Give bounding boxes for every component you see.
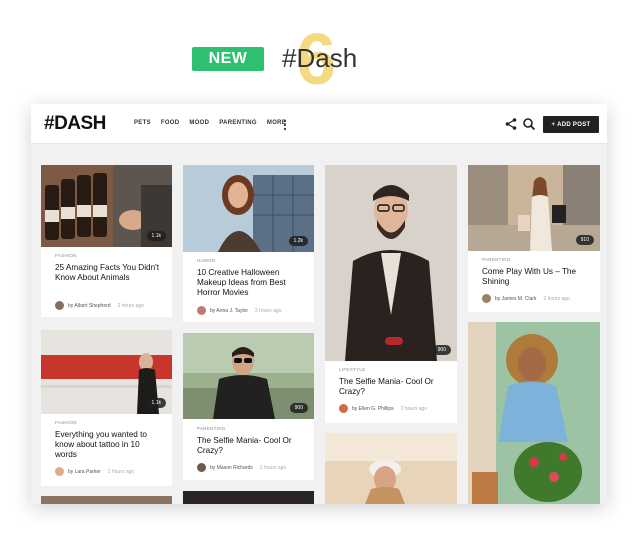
article-thumbnail[interactable]: 1.2k xyxy=(183,165,314,252)
article-thumbnail[interactable] xyxy=(325,433,457,504)
timestamp: 2 hours ago xyxy=(543,295,570,302)
author-name[interactable]: Mason Richards xyxy=(217,465,253,471)
article-card[interactable] xyxy=(325,433,457,504)
article-thumbnail[interactable]: 900 xyxy=(325,165,457,361)
share-count-badge: 1.1k xyxy=(146,398,166,408)
timestamp: 2 hours ago xyxy=(400,405,428,412)
promo-header: 6 NEW #Dash xyxy=(0,24,637,96)
article-card[interactable] xyxy=(468,322,600,504)
timestamp: 2 hours ago xyxy=(107,468,135,475)
share-count-badge: 900 xyxy=(289,403,308,413)
article-thumbnail[interactable]: 900 xyxy=(183,333,314,419)
nav-link-parenting[interactable]: PARENTING xyxy=(219,120,257,126)
share-count-badge: 1.1k xyxy=(146,231,166,241)
article-card[interactable]: 900 LIFESTYLE The Selfie Mania- Cool Or … xyxy=(325,165,457,423)
author-name[interactable]: Anna J. Taylor xyxy=(216,308,248,314)
share-icon[interactable] xyxy=(504,117,518,131)
article-author: by Ellen G. Phillips 2 hours ago xyxy=(339,404,427,413)
avatar xyxy=(482,294,491,303)
avatar xyxy=(197,306,206,315)
article-category[interactable]: LIFESTYLE xyxy=(339,367,365,372)
article-category[interactable]: PARENTING xyxy=(482,257,511,262)
page: 6 NEW #Dash #DASH PETS FOOD MOOD PARENTI… xyxy=(0,0,637,540)
timestamp: 2 hours ago xyxy=(117,302,144,309)
nav-links: PETS FOOD MOOD PARENTING MORE xyxy=(134,120,286,126)
promo-title: #Dash xyxy=(282,43,358,73)
article-card[interactable]: 1.1k FASHION Everything you wanted to kn… xyxy=(41,330,172,486)
nav-link-pets[interactable]: PETS xyxy=(134,120,151,126)
article-card[interactable] xyxy=(183,491,314,504)
article-title[interactable]: The Selfie Mania- Cool Or Crazy? xyxy=(197,436,304,456)
share-count-badge: 1.2k xyxy=(288,236,308,246)
author-name[interactable]: Ellen G. Phillips xyxy=(359,406,394,412)
article-author: by Mason Richards 2 hours ago xyxy=(197,463,286,472)
avatar xyxy=(197,463,206,472)
share-count-badge: 910 xyxy=(575,235,594,245)
site-logo[interactable]: #DASH xyxy=(44,113,106,135)
timestamp: 2 hours ago xyxy=(259,464,287,471)
article-author: by Albert Shepherd 2 hours ago xyxy=(55,301,144,310)
article-category[interactable]: PARENTING xyxy=(197,426,226,431)
avatar xyxy=(55,467,64,476)
article-card[interactable]: 1.1k FASHION 25 Amazing Facts You Didn't… xyxy=(41,165,172,317)
author-name[interactable]: James M. Clark xyxy=(502,296,537,302)
navbar: #DASH PETS FOOD MOOD PARENTING MORE + AD… xyxy=(31,104,607,144)
article-thumbnail[interactable]: 1.1k xyxy=(41,165,172,247)
article-card[interactable]: 910 PARENTING Come Play With Us – The Sh… xyxy=(468,165,600,312)
article-author: by Anna J. Taylor 2 hours ago xyxy=(197,306,281,315)
avatar xyxy=(339,404,348,413)
article-card[interactable]: 900 PARENTING The Selfie Mania- Cool Or … xyxy=(183,333,314,480)
article-author: by Lara Parker 2 hours ago xyxy=(55,467,134,476)
search-icon[interactable] xyxy=(522,117,536,131)
article-author: by James M. Clark 2 hours ago xyxy=(482,294,570,303)
new-badge: NEW xyxy=(192,47,264,71)
article-title[interactable]: 25 Amazing Facts You Didn't Know About A… xyxy=(55,263,162,283)
article-card[interactable]: 1.2k HUMOR 10 Creative Halloween Makeup … xyxy=(183,165,314,322)
author-name[interactable]: Lara Parker xyxy=(75,469,101,475)
nav-link-mood[interactable]: MOOD xyxy=(189,120,209,126)
more-vertical-icon[interactable] xyxy=(283,119,287,131)
article-category[interactable]: FASHION xyxy=(55,253,77,258)
add-post-button[interactable]: + ADD POST xyxy=(543,116,599,133)
article-thumbnail[interactable] xyxy=(468,322,600,504)
author-name[interactable]: Albert Shepherd xyxy=(74,303,110,309)
article-title[interactable]: Everything you wanted to know about tatt… xyxy=(55,430,162,460)
avatar xyxy=(55,301,64,310)
article-title[interactable]: The Selfie Mania- Cool Or Crazy? xyxy=(339,377,447,397)
timestamp: 2 hours ago xyxy=(255,307,282,314)
article-thumbnail[interactable]: 1.1k xyxy=(41,330,172,414)
share-count-badge: 900 xyxy=(432,345,451,355)
article-category[interactable]: HUMOR xyxy=(197,258,216,263)
article-title[interactable]: 10 Creative Halloween Makeup Ideas from … xyxy=(197,268,304,298)
article-thumbnail[interactable] xyxy=(183,491,314,504)
article-card[interactable] xyxy=(41,496,172,504)
article-thumbnail[interactable]: 910 xyxy=(468,165,600,251)
app-window: #DASH PETS FOOD MOOD PARENTING MORE + AD… xyxy=(31,104,607,504)
article-thumbnail[interactable] xyxy=(41,496,172,504)
article-category[interactable]: FASHION xyxy=(55,420,77,425)
nav-link-food[interactable]: FOOD xyxy=(161,120,180,126)
article-title[interactable]: Come Play With Us – The Shining xyxy=(482,267,590,287)
